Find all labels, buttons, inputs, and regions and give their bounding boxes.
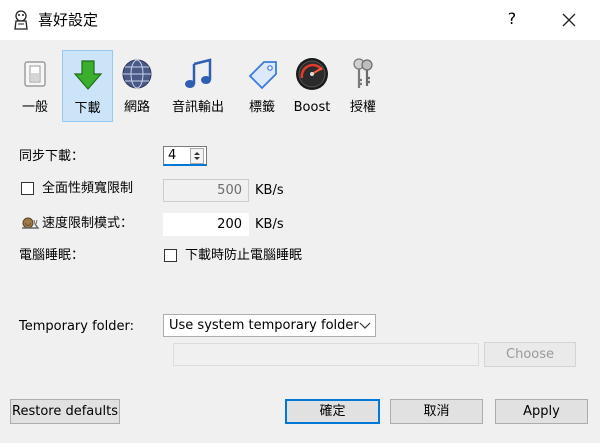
close-button[interactable] bbox=[552, 0, 586, 40]
tab-license-label: 授權 bbox=[349, 100, 376, 115]
restore-defaults-button[interactable]: Restore defaults bbox=[10, 399, 120, 424]
ok-button[interactable]: 確定 bbox=[285, 399, 380, 424]
gauge-icon bbox=[296, 58, 328, 90]
global-limit-input[interactable]: 500 bbox=[163, 179, 249, 202]
switch-icon bbox=[24, 61, 46, 87]
global-limit-unit: KB/s bbox=[255, 183, 284, 198]
window-title: 喜好設定 bbox=[38, 11, 99, 29]
tab-tags[interactable]: 標籤 bbox=[236, 50, 288, 122]
sync-downloads-label: 同步下載： bbox=[19, 149, 85, 164]
tab-downloads[interactable]: 下載 bbox=[62, 50, 113, 122]
sync-downloads-spinbox[interactable]: 4 bbox=[163, 146, 207, 166]
apply-button[interactable]: Apply bbox=[495, 399, 588, 424]
help-button[interactable]: ? bbox=[496, 0, 528, 40]
tag-icon bbox=[248, 61, 277, 90]
preferences-dialog: 喜好設定 ? 一般 下載 網路 音訊輸出 標籤 Boost 授權 同步下載： 4… bbox=[0, 0, 600, 443]
spin-arrows[interactable] bbox=[190, 148, 204, 164]
tab-general[interactable]: 一般 bbox=[10, 50, 60, 122]
temp-folder-dropdown[interactable]: Use system temporary folder bbox=[163, 314, 376, 337]
tab-tags-label: 標籤 bbox=[248, 100, 275, 115]
download-arrow-icon bbox=[73, 60, 102, 90]
tab-network[interactable]: 網路 bbox=[114, 50, 160, 122]
tab-boost-label: Boost bbox=[293, 100, 331, 115]
speed-limit-unit: KB/s bbox=[255, 217, 284, 232]
temp-folder-label: Temporary folder: bbox=[19, 319, 134, 334]
tab-general-label: 一般 bbox=[21, 100, 48, 115]
speed-limit-input[interactable]: 200 bbox=[163, 213, 249, 236]
global-limit-label: 全面性頻寬限制 bbox=[42, 181, 134, 196]
sleep-label: 電腦睡眠： bbox=[19, 248, 85, 263]
close-icon bbox=[562, 13, 576, 27]
global-limit-checkbox[interactable] bbox=[21, 182, 34, 195]
temp-folder-selected: Use system temporary folder bbox=[169, 318, 359, 333]
snail-icon bbox=[22, 217, 40, 229]
speed-limit-mode-label: 速度限制模式： bbox=[42, 216, 134, 231]
cancel-button[interactable]: 取消 bbox=[390, 399, 483, 424]
tab-audio-output[interactable]: 音訊輸出 bbox=[166, 50, 230, 122]
chevron-down-icon bbox=[359, 322, 371, 329]
tab-audio-output-label: 音訊輸出 bbox=[171, 100, 224, 115]
title-bar: 喜好設定 ? bbox=[0, 0, 600, 40]
spin-up-down-icon bbox=[194, 152, 200, 160]
temp-folder-path-input[interactable] bbox=[173, 343, 479, 366]
tab-network-label: 網路 bbox=[123, 100, 150, 115]
prevent-sleep-label: 下載時防止電腦睡眠 bbox=[185, 248, 303, 263]
music-note-icon bbox=[185, 58, 212, 88]
tab-license[interactable]: 授權 bbox=[340, 50, 386, 122]
app-logo-icon bbox=[14, 10, 28, 30]
tab-downloads-label: 下載 bbox=[74, 101, 101, 116]
choose-button[interactable]: Choose bbox=[484, 342, 576, 367]
preferences-toolbar: 一般 下載 網路 音訊輸出 標籤 Boost 授權 bbox=[0, 40, 600, 124]
sync-downloads-value: 4 bbox=[168, 148, 177, 163]
tab-boost[interactable]: Boost bbox=[288, 50, 336, 122]
keys-icon bbox=[353, 58, 373, 88]
prevent-sleep-checkbox[interactable] bbox=[164, 249, 177, 262]
globe-icon bbox=[122, 59, 152, 89]
